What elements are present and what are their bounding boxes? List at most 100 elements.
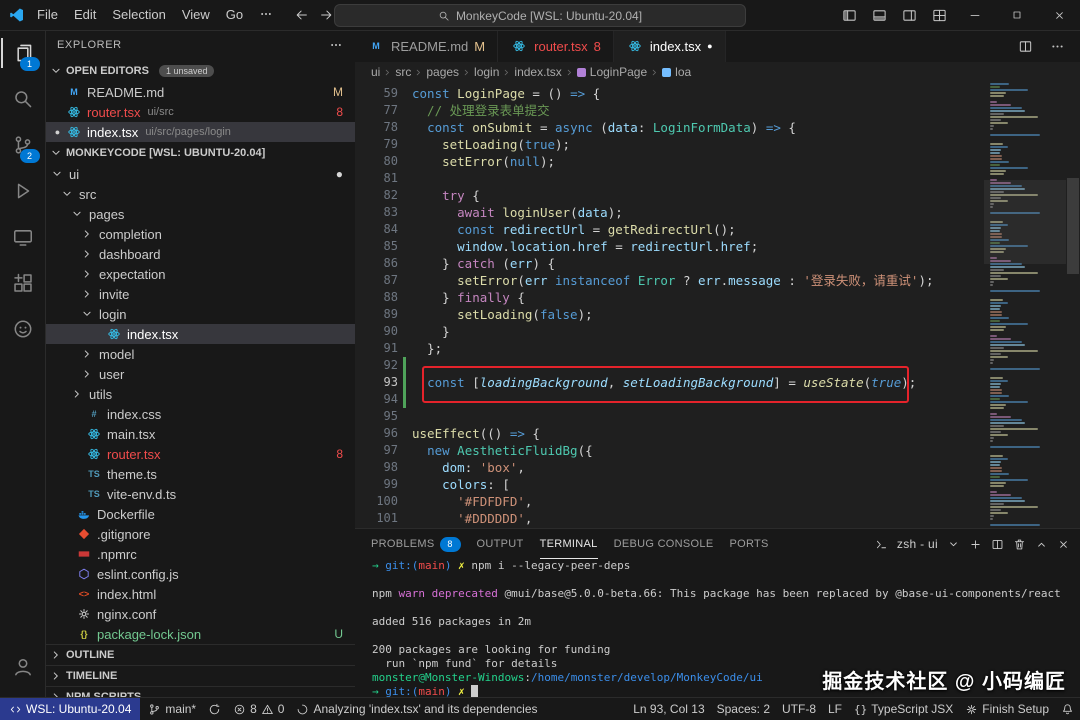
code-line[interactable]: 85 window.location.href = redirectUrl.hr… xyxy=(355,238,984,255)
code-line[interactable]: 101 '#DDDDDD', xyxy=(355,510,984,527)
menu-more-icon[interactable] xyxy=(251,4,281,27)
tree-item[interactable]: eslint.config.js xyxy=(45,564,355,584)
status-encoding[interactable]: UTF-8 xyxy=(776,698,822,720)
section-outline[interactable]: OUTLINE xyxy=(45,645,355,666)
tree-item[interactable]: index.tsx xyxy=(45,324,355,344)
code-line[interactable]: 88 } finally { xyxy=(355,289,984,306)
remote-indicator[interactable]: WSL: Ubuntu-20.04 xyxy=(0,698,141,720)
tree-item[interactable]: src xyxy=(45,184,355,204)
tree-item[interactable]: expectation xyxy=(45,264,355,284)
tab-router.tsx[interactable]: router.tsx 8 xyxy=(498,30,614,62)
code-line[interactable]: 95 xyxy=(355,408,984,425)
code-line[interactable]: 80 setError(null); xyxy=(355,153,984,170)
layout-sidebar-left-icon[interactable] xyxy=(834,0,864,30)
activity-search[interactable] xyxy=(1,76,45,122)
forward-icon[interactable] xyxy=(319,8,333,22)
code-line[interactable]: 81 xyxy=(355,170,984,187)
tab-README.md[interactable]: M README.md M xyxy=(355,30,499,62)
scrollbar[interactable] xyxy=(1066,82,1080,528)
sync-button[interactable] xyxy=(202,698,227,720)
maximize-panel-icon[interactable] xyxy=(1035,538,1048,551)
breadcrumb-item[interactable]: src xyxy=(395,65,411,79)
breadcrumb-item[interactable]: loa xyxy=(662,65,691,79)
more-actions-icon[interactable] xyxy=(1042,31,1072,61)
git-branch[interactable]: main* xyxy=(142,698,202,720)
open-editor-item[interactable]: ● index.tsx ui/src/pages/login xyxy=(45,122,355,142)
tree-item[interactable]: # index.css xyxy=(45,404,355,424)
code-line[interactable]: 92 xyxy=(355,357,984,374)
breadcrumb-item[interactable]: pages xyxy=(426,65,459,79)
status-finish-setup[interactable]: Finish Setup xyxy=(959,698,1055,720)
tree-item[interactable]: TS theme.ts xyxy=(45,464,355,484)
activity-extensions[interactable] xyxy=(1,260,45,306)
kill-terminal-icon[interactable] xyxy=(1013,538,1026,551)
minimap[interactable] xyxy=(984,82,1066,528)
tree-item[interactable]: main.tsx xyxy=(45,424,355,444)
breadcrumb-item[interactable]: index.tsx xyxy=(514,65,561,79)
code-line[interactable]: 77 // 处理登录表单提交 xyxy=(355,102,984,119)
code-line[interactable]: 78 const onSubmit = async (data: LoginFo… xyxy=(355,119,984,136)
layout-panel-icon[interactable] xyxy=(864,0,894,30)
status-indentation[interactable]: Spaces: 2 xyxy=(711,698,776,720)
tab-index.tsx[interactable]: index.tsx ● xyxy=(613,30,726,62)
breadcrumb-item[interactable]: login xyxy=(474,65,499,79)
tree-item[interactable]: nginx.conf xyxy=(45,604,355,624)
scrollbar-thumb[interactable] xyxy=(1067,178,1079,274)
panel-tab-ports[interactable]: PORTS xyxy=(729,529,768,559)
tree-item[interactable]: .gitignore xyxy=(45,524,355,544)
open-editors-header[interactable]: OPEN EDITORS 1 unsaved xyxy=(45,60,355,82)
split-editor-icon[interactable] xyxy=(1010,31,1040,61)
problems-indicator[interactable]: 80 xyxy=(227,698,290,720)
menu-selection[interactable]: Selection xyxy=(104,4,173,27)
split-terminal-icon[interactable] xyxy=(991,538,1004,551)
code-line[interactable]: 97 new AestheticFluidBg({ xyxy=(355,442,984,459)
layout-sidebar-right-icon[interactable] xyxy=(894,0,924,30)
maximize-button[interactable] xyxy=(996,0,1038,30)
new-terminal-icon[interactable] xyxy=(969,538,982,551)
minimap-slider[interactable] xyxy=(984,180,1066,264)
panel-tab-problems[interactable]: PROBLEMS 8 xyxy=(371,529,461,559)
code-line[interactable]: 94 xyxy=(355,391,984,408)
activity-account[interactable] xyxy=(1,644,45,690)
shell-label[interactable]: zsh - ui xyxy=(897,537,938,551)
open-editor-item[interactable]: router.tsx ui/src 8 xyxy=(45,102,355,122)
tree-item[interactable]: ui ● xyxy=(45,164,355,184)
tree-item[interactable]: utils xyxy=(45,384,355,404)
status-cursor-position[interactable]: Ln 93, Col 13 xyxy=(627,698,710,720)
code-line[interactable]: 99 colors: [ xyxy=(355,476,984,493)
code-line[interactable]: 86 } catch (err) { xyxy=(355,255,984,272)
breadcrumb-item[interactable]: ui xyxy=(371,65,380,79)
tree-item[interactable]: .npmrc xyxy=(45,544,355,564)
code-line[interactable]: 100 '#FDFDFD', xyxy=(355,493,984,510)
menu-view[interactable]: View xyxy=(174,4,218,27)
activity-remote-explorer[interactable] xyxy=(1,214,45,260)
panel-tab-output[interactable]: OUTPUT xyxy=(477,529,524,559)
code-line[interactable]: 90 } xyxy=(355,323,984,340)
editor-code-area[interactable]: 59 const LoginPage = () => {77 // 处理登录表单提… xyxy=(355,82,1080,528)
tree-item[interactable]: <> index.html xyxy=(45,584,355,604)
panel-tab-debug-console[interactable]: DEBUG CONSOLE xyxy=(614,529,714,559)
activity-explorer[interactable]: 1 xyxy=(0,30,45,76)
workspace-header[interactable]: MONKEYCODE [WSL: UBUNTU-20.04] xyxy=(45,142,355,164)
code-line[interactable]: 96 useEffect(() => { xyxy=(355,425,984,442)
code-line[interactable]: 79 setLoading(true); xyxy=(355,136,984,153)
back-icon[interactable] xyxy=(295,8,309,22)
dirty-indicator[interactable]: ● xyxy=(707,41,712,51)
tree-item[interactable]: user xyxy=(45,364,355,384)
status-language-mode[interactable]: {} TypeScript JSX xyxy=(848,698,959,720)
menu-go[interactable]: Go xyxy=(218,4,251,27)
code-line[interactable]: 83 await loginUser(data); xyxy=(355,204,984,221)
minimize-button[interactable] xyxy=(954,0,996,30)
tree-item[interactable]: dashboard xyxy=(45,244,355,264)
activity-monkeycode[interactable] xyxy=(1,306,45,352)
tree-item[interactable]: router.tsx 8 xyxy=(45,444,355,464)
code-line[interactable]: 59 const LoginPage = () => { xyxy=(355,85,984,102)
tree-item[interactable]: completion xyxy=(45,224,355,244)
code-line[interactable]: 82 try { xyxy=(355,187,984,204)
breadcrumb-item[interactable]: LoginPage xyxy=(576,65,647,79)
menu-file[interactable]: File xyxy=(29,4,66,27)
close-panel-icon[interactable] xyxy=(1057,538,1070,551)
tree-item[interactable]: model xyxy=(45,344,355,364)
activity-source-control[interactable]: 2 xyxy=(1,122,45,168)
command-center[interactable]: MonkeyCode [WSL: Ubuntu-20.04] xyxy=(334,4,746,27)
